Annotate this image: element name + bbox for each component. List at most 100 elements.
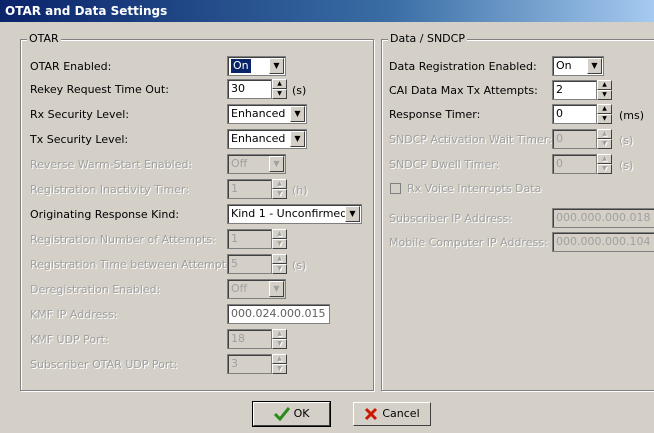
kmf-ip-label: KMF IP Address:: [30, 308, 118, 321]
response-timer-label: Response Timer:: [389, 108, 481, 121]
spin-down-icon[interactable]: ▼: [272, 264, 287, 274]
spin-down-icon[interactable]: ▼: [272, 189, 287, 199]
spin-up-icon[interactable]: ▲: [272, 354, 287, 364]
spin-down-icon[interactable]: ▼: [272, 339, 287, 349]
chevron-down-icon[interactable]: ▼: [269, 156, 284, 172]
spin-up-icon[interactable]: ▲: [597, 129, 612, 139]
spin-up-icon[interactable]: ▲: [272, 229, 287, 239]
spin-down-icon[interactable]: ▼: [597, 90, 612, 100]
data-reg-enabled-label: Data Registration Enabled:: [389, 60, 537, 73]
rx-security-value: Enhanced: [231, 107, 286, 120]
kmf-udp-label: KMF UDP Port:: [30, 333, 109, 346]
ok-button[interactable]: OK: [252, 401, 331, 427]
tx-security-value: Enhanced: [231, 132, 286, 145]
chevron-down-icon[interactable]: ▼: [345, 206, 360, 222]
title-bar: OTAR and Data Settings: [0, 0, 654, 22]
spin-down-icon[interactable]: ▼: [272, 89, 287, 99]
spin-up-icon[interactable]: ▲: [272, 179, 287, 189]
sub-otar-udp-label: Subscriber OTAR UDP Port:: [30, 358, 178, 371]
checkmark-icon: [273, 407, 290, 422]
reg-attempts-spinner[interactable]: ▲ ▼: [272, 229, 287, 249]
sndcp-activation-input[interactable]: 0: [552, 129, 597, 149]
chevron-down-icon[interactable]: ▼: [269, 281, 284, 297]
spin-up-icon[interactable]: ▲: [597, 154, 612, 164]
ok-label: OK: [293, 407, 310, 420]
reg-inactivity-unit: (h): [292, 184, 308, 197]
subscriber-ip-input[interactable]: 000.000.000.018: [552, 208, 654, 228]
close-icon: [365, 407, 378, 421]
chevron-down-icon[interactable]: ▼: [290, 131, 305, 147]
spin-up-icon[interactable]: ▲: [597, 80, 612, 90]
response-timer-unit: (ms): [619, 109, 645, 122]
dereg-enabled-label: Deregistration Enabled:: [30, 283, 161, 296]
spin-down-icon[interactable]: ▼: [272, 364, 287, 374]
otar-enabled-select[interactable]: On ▼: [227, 56, 286, 76]
cai-max-tx-label: CAI Data Max Tx Attempts:: [389, 84, 538, 97]
reverse-warm-start-select[interactable]: Off ▼: [227, 154, 286, 174]
cancel-button[interactable]: Cancel: [353, 402, 431, 426]
chevron-down-icon[interactable]: ▼: [290, 106, 305, 122]
chevron-down-icon[interactable]: ▼: [269, 58, 284, 74]
spin-up-icon[interactable]: ▲: [272, 254, 287, 264]
spin-up-icon[interactable]: ▲: [272, 79, 287, 89]
kmf-udp-input[interactable]: 18: [227, 329, 272, 349]
mobile-ip-label: Mobile Computer IP Address:: [389, 236, 548, 249]
reg-time-between-unit: (s): [292, 259, 307, 272]
kmf-ip-input[interactable]: 000.024.000.015: [227, 304, 330, 324]
reg-attempts-input[interactable]: 1: [227, 229, 272, 249]
rx-voice-interrupts-checkbox[interactable]: [390, 183, 401, 194]
response-timer-spinner[interactable]: ▲ ▼: [597, 104, 612, 124]
sub-otar-udp-input[interactable]: 3: [227, 354, 272, 374]
sndcp-dwell-spinner[interactable]: ▲ ▼: [597, 154, 612, 174]
reverse-warm-start-label: Reverse Warm-Start Enabled:: [30, 158, 193, 171]
data-sndcp-legend: Data / SNDCP: [388, 32, 467, 45]
rekey-timeout-spinner[interactable]: ▲ ▼: [272, 79, 287, 99]
tx-security-select[interactable]: Enhanced ▼: [227, 129, 307, 149]
spin-down-icon[interactable]: ▼: [272, 239, 287, 249]
cai-max-tx-spinner[interactable]: ▲ ▼: [597, 80, 612, 100]
cai-max-tx-input[interactable]: 2: [552, 80, 597, 100]
sndcp-dwell-input[interactable]: 0: [552, 154, 597, 174]
data-reg-enabled-select[interactable]: On ▼: [552, 56, 604, 76]
reg-time-between-input[interactable]: 5: [227, 254, 272, 274]
sndcp-dwell-label: SNDCP Dwell Timer:: [389, 158, 500, 171]
dialog-window: OTAR and Data Settings OTAR OTAR Enabled…: [0, 0, 654, 433]
rx-security-label: Rx Security Level:: [30, 108, 130, 121]
response-timer-input[interactable]: 0: [552, 104, 597, 124]
reverse-warm-start-value: Off: [231, 157, 248, 170]
spin-up-icon[interactable]: ▲: [272, 329, 287, 339]
mobile-ip-input[interactable]: 000.000.000.104: [552, 232, 654, 252]
rekey-timeout-input[interactable]: 30: [227, 79, 272, 99]
otar-enabled-label: OTAR Enabled:: [30, 60, 112, 73]
rx-security-select[interactable]: Enhanced ▼: [227, 104, 307, 124]
reg-attempts-label: Registration Number of Attempts:: [30, 233, 216, 246]
dereg-enabled-value: Off: [231, 282, 248, 295]
spin-down-icon[interactable]: ▼: [597, 164, 612, 174]
kmf-udp-spinner[interactable]: ▲ ▼: [272, 329, 287, 349]
spin-down-icon[interactable]: ▼: [597, 139, 612, 149]
reg-inactivity-input[interactable]: 1: [227, 179, 272, 199]
chevron-down-icon[interactable]: ▼: [587, 58, 602, 74]
orig-response-kind-label: Originating Response Kind:: [30, 208, 180, 221]
spin-down-icon[interactable]: ▼: [597, 114, 612, 124]
rx-voice-interrupts-label: Rx Voice Interrupts Data: [407, 182, 542, 195]
sndcp-activation-spinner[interactable]: ▲ ▼: [597, 129, 612, 149]
sndcp-activation-unit: (s): [619, 134, 634, 147]
orig-response-kind-select[interactable]: Kind 1 - Unconfirmed ▼: [227, 204, 362, 224]
otar-legend: OTAR: [27, 32, 61, 45]
reg-inactivity-spinner[interactable]: ▲ ▼: [272, 179, 287, 199]
data-reg-enabled-value: On: [556, 59, 572, 72]
reg-inactivity-label: Registration Inactivity Timer:: [30, 183, 190, 196]
sub-otar-udp-spinner[interactable]: ▲ ▼: [272, 354, 287, 374]
orig-response-kind-value: Kind 1 - Unconfirmed: [231, 207, 348, 220]
reg-time-between-label: Registration Time between Attempts:: [30, 258, 236, 271]
spin-up-icon[interactable]: ▲: [597, 104, 612, 114]
cancel-label: Cancel: [382, 407, 420, 420]
sndcp-dwell-unit: (s): [619, 159, 634, 172]
rekey-timeout-label: Rekey Request Time Out:: [30, 83, 169, 96]
sndcp-activation-label: SNDCP Activation Wait Timer:: [389, 133, 552, 146]
tx-security-label: Tx Security Level:: [30, 133, 129, 146]
dereg-enabled-select[interactable]: Off ▼: [227, 279, 286, 299]
rekey-timeout-unit: (s): [292, 84, 307, 97]
reg-time-between-spinner[interactable]: ▲ ▼: [272, 254, 287, 274]
